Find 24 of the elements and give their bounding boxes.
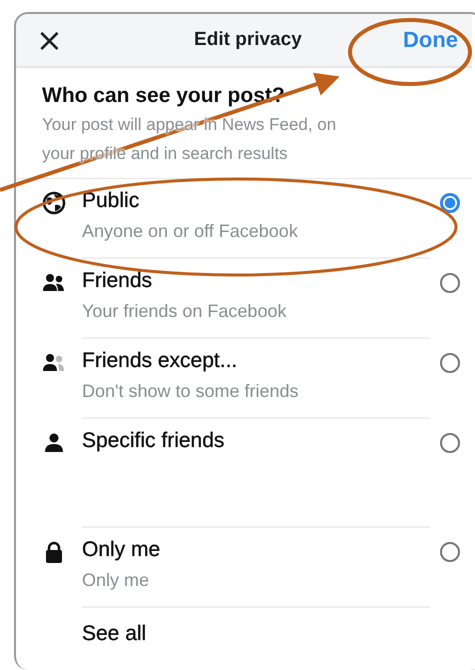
option-description: Anyone on or off Facebook [82,221,299,242]
close-button[interactable]: × [36,24,63,56]
option-description: Your friends on Facebook [82,301,288,322]
see-all-link[interactable]: See all [82,622,146,645]
option-title: Specific friends [82,429,226,453]
dialog-title: Edit privacy [194,29,302,51]
option-title: Friends [82,269,154,293]
privacy-option[interactable]: Public Anyone on or off Facebook [16,179,475,259]
globe-icon [42,191,66,215]
option-title: Friends except... [82,349,238,373]
privacy-option[interactable]: Only me Only me [16,528,475,608]
option-description: Only me [82,570,150,591]
option-title: Only me [82,538,162,562]
option-description: Don't show to some friends [82,381,300,402]
radio-button[interactable] [440,193,460,213]
person-icon [42,431,66,455]
radio-button[interactable] [440,273,460,293]
privacy-option[interactable]: Specific friends [16,419,475,528]
radio-button[interactable] [440,433,460,453]
radio-button[interactable] [440,542,460,562]
privacy-option[interactable]: Friends except... Don't show to some friends [16,339,475,419]
radio-button[interactable] [440,353,460,373]
option-title: Public [82,189,140,213]
privacy-option[interactable]: Friends Your friends on Facebook [16,259,475,339]
